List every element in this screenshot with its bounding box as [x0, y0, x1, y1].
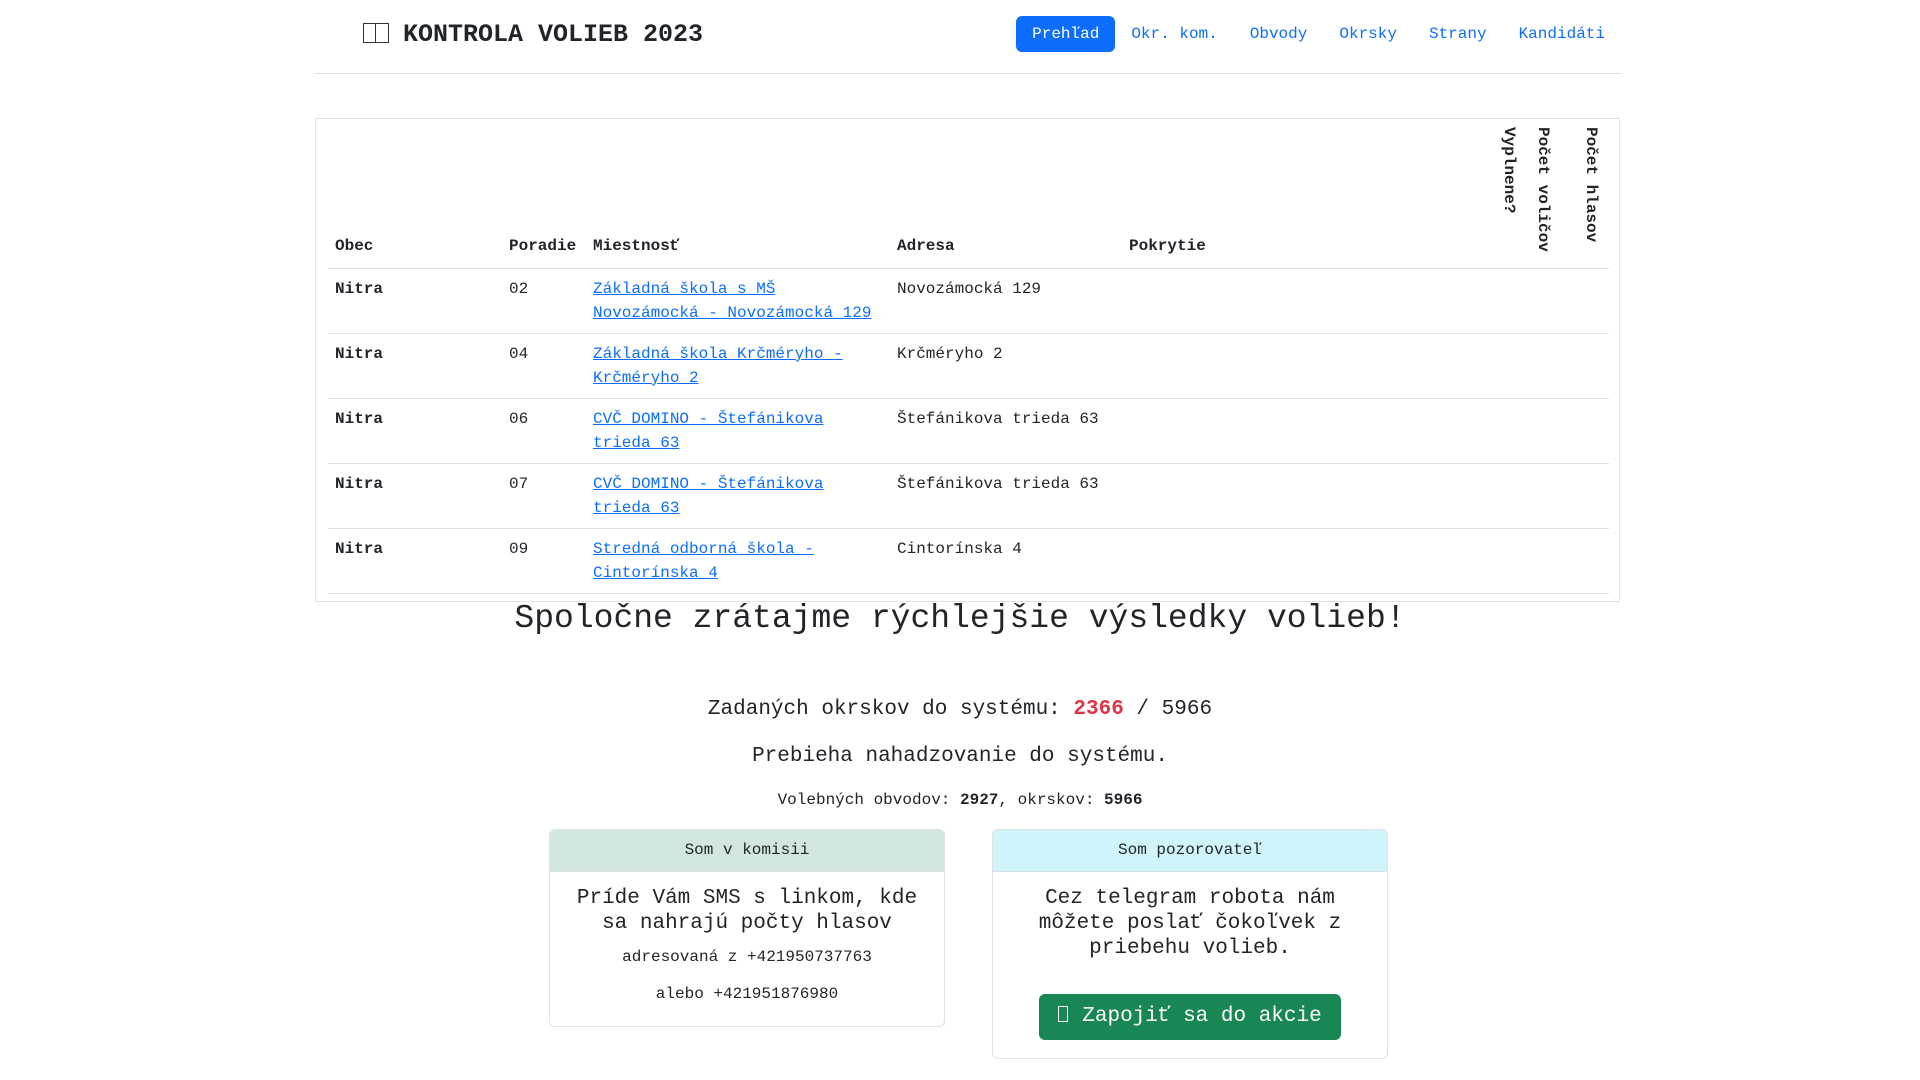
cell-adresa: Cintorínska 4 [890, 528, 1122, 594]
miestnost-link[interactable]: CVČ DOMINO - Štefánikova trieda 63 [593, 475, 823, 517]
table-header-row: Obec Poradie Miestnosť Adresa Pokrytie V… [328, 119, 1609, 269]
cell-miestnost: CVČ DOMINO - Štefánikova trieda 63 [586, 463, 890, 529]
cell-miestnost: Stredná odborná škola - Cintorínska 4 [586, 528, 890, 594]
nav-item-prehlad[interactable]: Prehľad [1016, 16, 1116, 52]
cell-vyplnene [1493, 398, 1527, 464]
column-header-pocet-hlasov-text: Počet hlasov [1582, 127, 1600, 243]
observer-card: Som pozorovateľ Cez telegram robota nám … [992, 829, 1388, 1059]
flag-icon [363, 23, 389, 43]
observer-card-lead: Cez telegram robota nám môžete poslať čo… [1038, 887, 1342, 960]
cell-vyplnene [1493, 268, 1527, 334]
table-row: Nitra 02 Základná škola s MŠ Novozámocká… [328, 268, 1609, 334]
commission-card-header: Som v komisii [550, 830, 944, 872]
brand[interactable]: KONTROLA VOLIEB 2023 [363, 20, 703, 49]
commission-sms-sender-1: adresovaná z +421950737763 [622, 948, 872, 966]
column-header-obec: Obec [328, 119, 502, 269]
cell-pocet-volicov [1527, 268, 1575, 334]
districts-label: Volebných obvodov: [777, 791, 951, 809]
precinct-table-panel[interactable]: Obec Poradie Miestnosť Adresa Pokrytie V… [315, 118, 1620, 602]
cell-poradie: 07 [502, 463, 586, 529]
miestnost-link[interactable]: CVČ DOMINO - Štefánikova trieda 63 [593, 410, 823, 452]
cell-vyplnene [1493, 528, 1527, 594]
miestnost-link[interactable]: Stredná odborná škola - Cintorínska 4 [593, 540, 814, 582]
hero-title: Spoločne zrátajme rýchlejšie výsledky vo… [514, 600, 1406, 637]
nav-item-okr-kom[interactable]: Okr. kom. [1115, 16, 1233, 52]
cell-obec: Nitra [328, 463, 502, 529]
upload-status: Prebieha nahadzovanie do systému. [752, 745, 1168, 768]
column-header-poradie: Poradie [502, 119, 586, 269]
cell-adresa: Štefánikova trieda 63 [890, 463, 1122, 529]
cell-miestnost: Základná škola Krčméryho - Krčméryho 2 [586, 333, 890, 399]
brand-title: KONTROLA VOLIEB 2023 [403, 20, 704, 49]
cell-pocet-hlasov [1575, 268, 1609, 334]
cell-poradie: 04 [502, 333, 586, 399]
miestnost-link[interactable]: Základná škola s MŠ Novozámocká - Novozá… [593, 280, 871, 322]
cell-miestnost: CVČ DOMINO - Štefánikova trieda 63 [586, 398, 890, 464]
table-row: Nitra 07 CVČ DOMINO - Štefánikova trieda… [328, 463, 1609, 529]
table-row: Nitra 04 Základná škola Krčméryho - Krčm… [328, 333, 1609, 399]
cell-pocet-hlasov [1575, 333, 1609, 399]
cell-vyplnene [1493, 333, 1527, 399]
cell-pocet-volicov [1527, 528, 1575, 594]
entered-precincts-label: Zadaných okrskov do systému: [707, 698, 1061, 721]
cell-pocet-volicov [1527, 398, 1575, 464]
cell-pokrytie [1122, 398, 1493, 464]
column-header-pocet-volicov-text: Počet voličov [1534, 127, 1552, 252]
column-header-vyplnene-text: Vyplnene? [1500, 127, 1518, 214]
nav-item-kandidati[interactable]: Kandidáti [1503, 16, 1621, 52]
cell-adresa: Novozámocká 129 [890, 268, 1122, 334]
commission-card-lead: Príde Vám SMS s linkom, kde sa nahrajú p… [576, 887, 918, 935]
cell-obec: Nitra [328, 268, 502, 334]
nav-item-okrsky[interactable]: Okrsky [1323, 16, 1413, 52]
cell-pocet-hlasov [1575, 528, 1609, 594]
cell-adresa: Štefánikova trieda 63 [890, 398, 1122, 464]
join-action-button[interactable]: Zapojiť sa do akcie [1039, 994, 1341, 1040]
top-navbar: KONTROLA VOLIEB 2023 Prehľad Okr. kom. O… [315, 0, 1621, 74]
cell-pokrytie [1122, 463, 1493, 529]
column-header-pokrytie: Pokrytie [1122, 119, 1493, 269]
cell-poradie: 09 [502, 528, 586, 594]
join-action-label: Zapojiť sa do akcie [1082, 1005, 1322, 1028]
cell-poradie: 02 [502, 268, 586, 334]
precincts-label: , okrskov: [998, 791, 1095, 809]
miestnost-link[interactable]: Základná škola Krčméryho - Krčméryho 2 [593, 345, 843, 387]
nav-item-strany[interactable]: Strany [1413, 16, 1503, 52]
column-header-pocet-hlasov: Počet hlasov [1575, 119, 1609, 269]
cell-obec: Nitra [328, 398, 502, 464]
cell-pocet-hlasov [1575, 398, 1609, 464]
cell-poradie: 06 [502, 398, 586, 464]
cell-adresa: Krčméryho 2 [890, 333, 1122, 399]
entered-precincts-count: 2366 [1073, 698, 1124, 721]
precincts-count: 5966 [1104, 791, 1143, 809]
cell-obec: Nitra [328, 528, 502, 594]
cell-pokrytie [1122, 333, 1493, 399]
nav-item-obvody[interactable]: Obvody [1234, 16, 1324, 52]
observer-card-header: Som pozorovateľ [993, 830, 1387, 872]
cell-miestnost: Základná škola s MŠ Novozámocká - Novozá… [586, 268, 890, 334]
precinct-table: Obec Poradie Miestnosť Adresa Pokrytie V… [328, 119, 1609, 594]
commission-card: Som v komisii Príde Vám SMS s linkom, kd… [549, 829, 945, 1027]
table-row: Nitra 06 CVČ DOMINO - Štefánikova trieda… [328, 398, 1609, 464]
districts-count: 2927 [960, 791, 999, 809]
cell-pocet-hlasov [1575, 463, 1609, 529]
entered-precincts-line: Zadaných okrskov do systému: 2366 / 5966 [0, 698, 1920, 721]
table-row: Nitra 09 Stredná odborná škola - Cintorí… [328, 528, 1609, 594]
column-header-adresa: Adresa [890, 119, 1122, 269]
commission-sms-sender-2: alebo +421951876980 [655, 985, 839, 1003]
district-stats-line: Volebných obvodov: 2927, okrskov: 5966 [0, 791, 1920, 809]
entered-precincts-separator: / [1136, 698, 1150, 721]
column-header-pocet-volicov: Počet voličov [1527, 119, 1575, 269]
cell-obec: Nitra [328, 333, 502, 399]
telegram-icon [1058, 1006, 1069, 1022]
cell-pocet-volicov [1527, 333, 1575, 399]
cell-pokrytie [1122, 268, 1493, 334]
column-header-vyplnene: Vyplnene? [1493, 119, 1527, 269]
cell-vyplnene [1493, 463, 1527, 529]
cell-pocet-volicov [1527, 463, 1575, 529]
cell-pokrytie [1122, 528, 1493, 594]
entered-precincts-total: 5966 [1161, 698, 1213, 721]
column-header-miestnost: Miestnosť [586, 119, 890, 269]
main-nav: Prehľad Okr. kom. Obvody Okrsky Strany K… [1016, 16, 1621, 52]
